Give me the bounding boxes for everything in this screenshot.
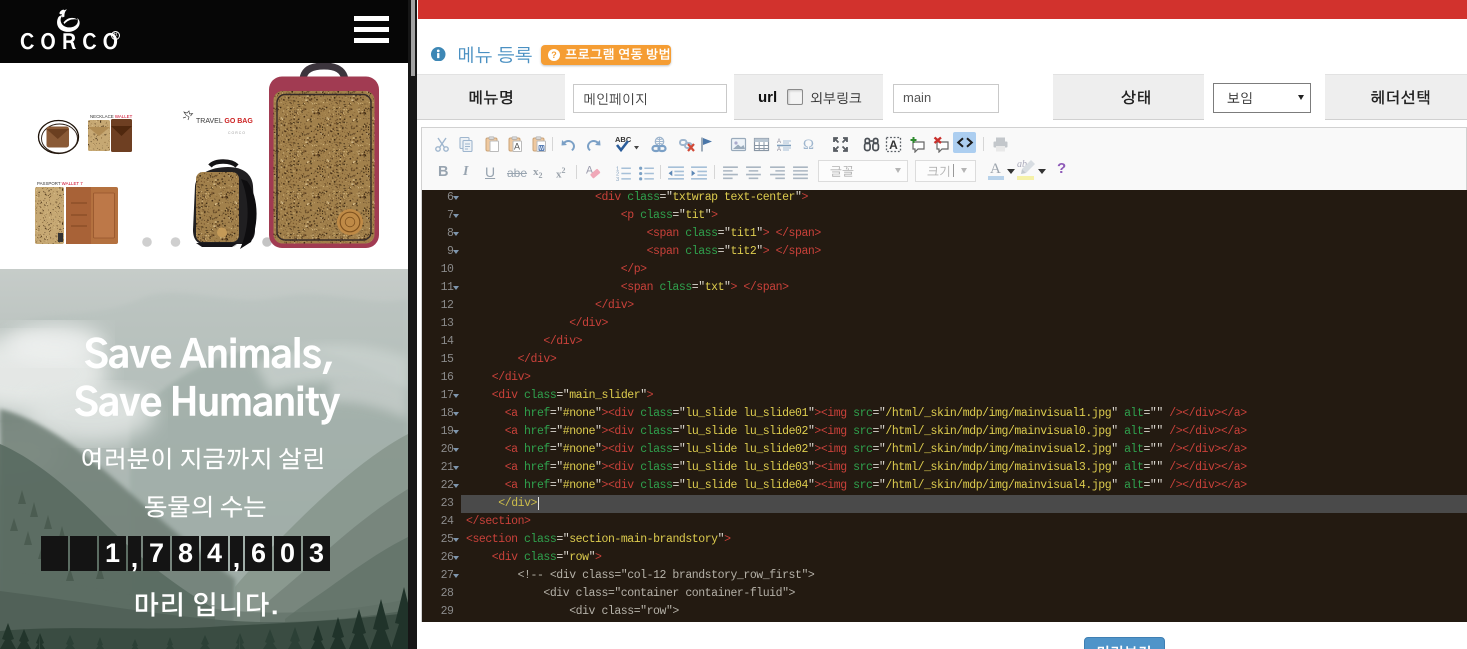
svg-text:A: A — [777, 139, 781, 145]
svg-text:A: A — [889, 138, 898, 152]
svg-text:3: 3 — [616, 176, 619, 181]
svg-text:C O R C O: C O R C O — [228, 131, 245, 135]
svg-text:A: A — [514, 141, 520, 151]
svg-text:NECKLACE WALLET: NECKLACE WALLET — [90, 114, 133, 119]
svg-text:ABC: ABC — [615, 135, 632, 144]
svg-text:W: W — [539, 146, 545, 152]
svg-text:?: ? — [551, 50, 557, 60]
svg-text:PASSPORT WALLET 7: PASSPORT WALLET 7 — [37, 181, 83, 186]
svg-text:TRAVEL GO BAG: TRAVEL GO BAG — [196, 118, 253, 125]
svg-text:Ω: Ω — [803, 137, 814, 152]
svg-text:A: A — [777, 147, 781, 153]
